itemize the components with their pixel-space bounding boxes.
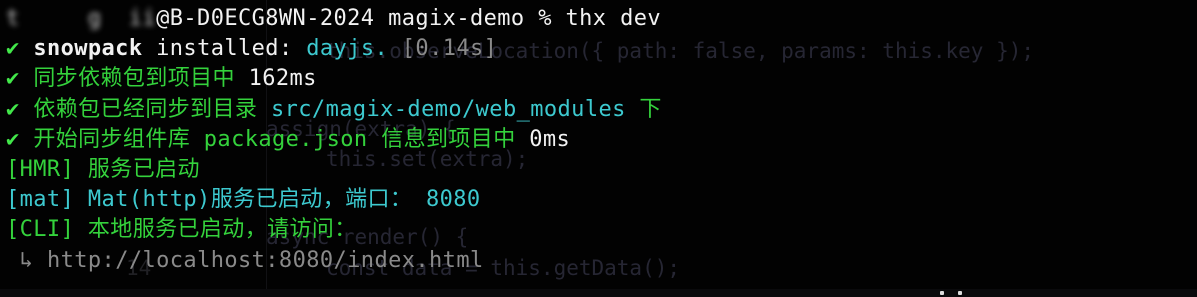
prompt-host: @B-D0ECG8WN-2024 bbox=[156, 6, 375, 31]
terminal-window[interactable]: this.observeLocation({ path: false, para… bbox=[0, 0, 1197, 297]
output-line-cli: [CLI] 本地服务已启动，请访问： bbox=[6, 215, 662, 245]
synced-dir-text: 依赖包已经同步到目录 bbox=[33, 96, 258, 122]
output-line-mat: [mat] Mat(http)服务已启动，端口： 8080 bbox=[6, 185, 662, 215]
cli-tag: [CLI] bbox=[6, 217, 75, 243]
synced-dir-path: src/magix-demo/web_modules bbox=[270, 96, 626, 122]
output-line-snowpack: ✔ snowpack installed: dayjs. [0.14s] bbox=[6, 34, 662, 64]
bottom-strip bbox=[0, 289, 1197, 297]
output-line-hmr: [HMR] 服务已启动 bbox=[6, 155, 662, 185]
start-lib-file: package.json bbox=[203, 126, 368, 152]
cli-text: 本地服务已启动，请访问： bbox=[87, 217, 357, 243]
return-arrow-icon: ↳ bbox=[19, 247, 34, 273]
sync-deps-text: 同步依赖包到项目中 bbox=[33, 66, 235, 92]
local-url-link[interactable]: http://localhost:8080/index.html bbox=[47, 248, 484, 273]
snowpack-package: dayjs. bbox=[306, 36, 389, 62]
check-icon: ✔ bbox=[6, 66, 20, 92]
start-lib-text2: 信息到项目中 bbox=[381, 126, 516, 152]
synced-dir-suffix: 下 bbox=[639, 96, 662, 122]
output-line-start-lib: ✔ 开始同步组件库 package.json 信息到项目中 0ms bbox=[6, 125, 662, 155]
sync-deps-time: 162ms bbox=[248, 66, 317, 92]
cursor-marker bbox=[940, 291, 944, 295]
snowpack-name: snowpack bbox=[33, 36, 143, 62]
start-lib-time: 0ms bbox=[529, 126, 571, 152]
mat-tag: [mat] bbox=[6, 187, 75, 213]
start-lib-text: 开始同步组件库 bbox=[33, 126, 191, 152]
output-line-synced-dir: ✔ 依赖包已经同步到目录 src/magix-demo/web_modules … bbox=[6, 95, 662, 125]
prompt-symbol: % bbox=[538, 6, 552, 31]
prompt-line: t g ii@B-D0ECG8WN-2024 magix-demo % thx … bbox=[6, 4, 662, 34]
snowpack-installed-text: installed: bbox=[156, 36, 293, 62]
redacted-username: t g ii bbox=[6, 6, 157, 31]
mat-port: 8080 bbox=[425, 187, 481, 213]
snowpack-time: [0.14s] bbox=[401, 36, 498, 62]
hmr-tag: [HMR] bbox=[6, 156, 75, 182]
check-icon: ✔ bbox=[6, 126, 20, 152]
hmr-text: 服务已启动 bbox=[87, 156, 200, 182]
check-icon: ✔ bbox=[6, 96, 20, 122]
cursor-marker bbox=[958, 291, 962, 295]
prompt-command[interactable]: thx dev bbox=[566, 6, 662, 31]
mat-text: Mat(http)服务已启动，端口： bbox=[87, 187, 413, 213]
prompt-cwd: magix-demo bbox=[388, 6, 525, 31]
terminal-output: t g ii@B-D0ECG8WN-2024 magix-demo % thx … bbox=[6, 4, 662, 276]
output-line-url: ↳ http://localhost:8080/index.html bbox=[6, 246, 662, 276]
check-icon: ✔ bbox=[6, 36, 20, 62]
output-line-sync-deps: ✔ 同步依赖包到项目中 162ms bbox=[6, 64, 662, 94]
